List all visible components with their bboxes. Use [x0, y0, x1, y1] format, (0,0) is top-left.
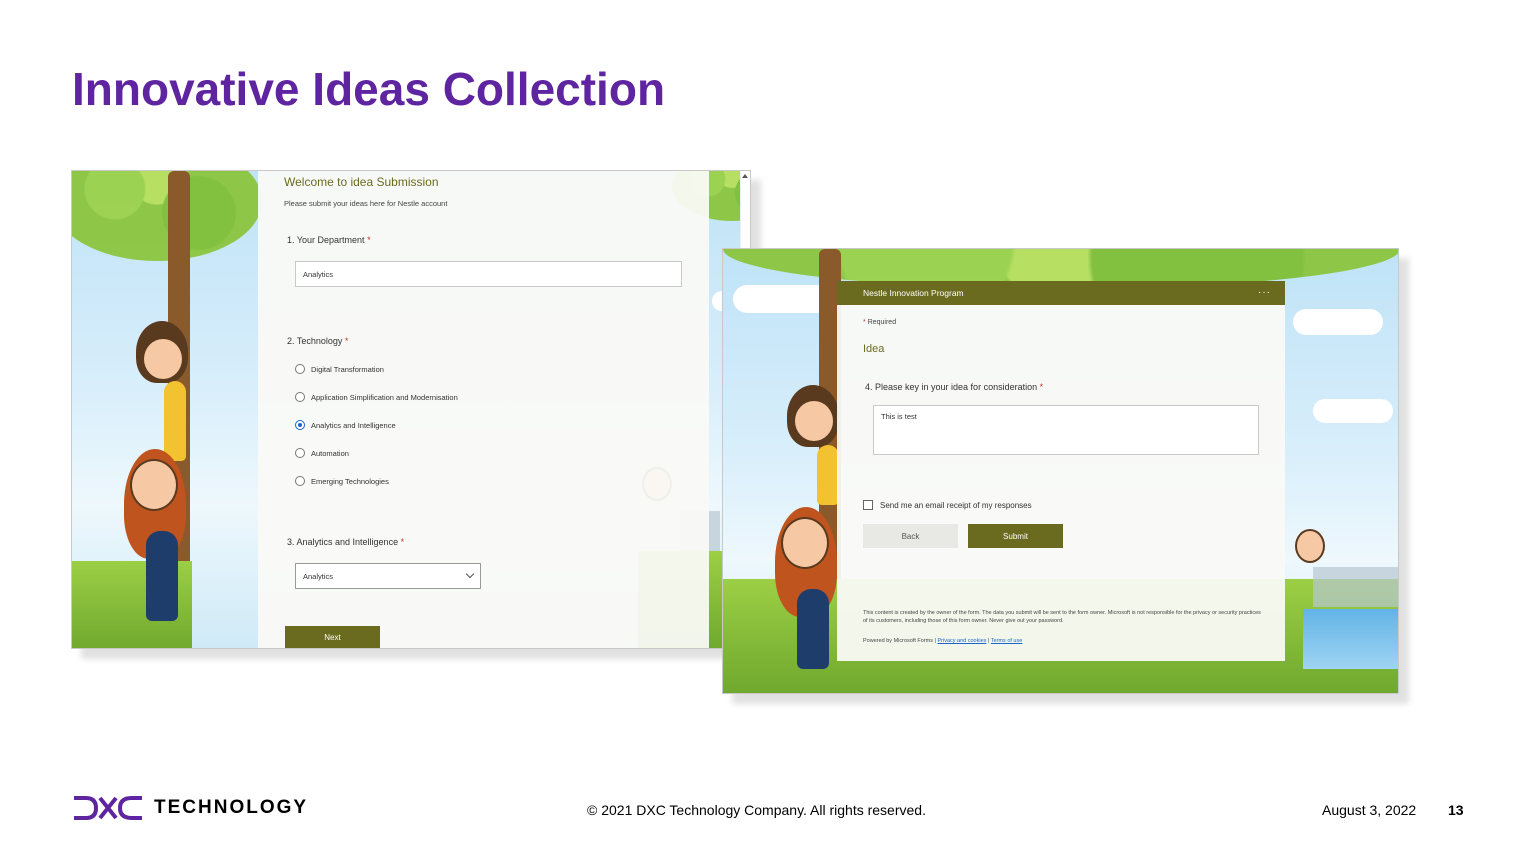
- kid-face-decoration: [1295, 529, 1325, 563]
- next-button[interactable]: Next: [285, 626, 380, 648]
- kid-body-decoration: [146, 531, 178, 621]
- question-department-label: 1. Your Department *: [287, 235, 371, 245]
- email-receipt-option[interactable]: Send me an email receipt of my responses: [863, 500, 1032, 510]
- radio-button[interactable]: [295, 448, 305, 458]
- cloud-decoration: [733, 285, 833, 313]
- required-note-text: Required: [867, 319, 897, 326]
- radio-button[interactable]: [295, 392, 305, 402]
- department-input-value: Analytics: [303, 269, 334, 279]
- powered-by: Powered by Microsoft Forms | Privacy and…: [863, 638, 1022, 644]
- radio-option-label: Application Simplification and Modernisa…: [311, 392, 458, 402]
- form-screenshot-welcome: Welcome to idea Submission Please submit…: [71, 170, 751, 649]
- required-marker: *: [863, 319, 866, 326]
- link-separator: |: [987, 638, 990, 644]
- back-button[interactable]: Back: [863, 524, 958, 548]
- radio-option-label: Digital Transformation: [311, 364, 384, 374]
- kid-face-decoration: [142, 337, 184, 381]
- radio-button-selected[interactable]: [295, 420, 305, 430]
- privacy-link[interactable]: Privacy and cookies: [937, 638, 986, 644]
- kid-face-decoration: [793, 399, 835, 443]
- email-receipt-checkbox[interactable]: [863, 500, 873, 510]
- question-idea-label: 4. Please key in your idea for considera…: [865, 382, 1043, 392]
- section-title: Idea: [863, 343, 885, 355]
- form-header: Nestle Innovation Program: [837, 281, 1285, 305]
- idea-form: Nestle Innovation Program ··· * Required…: [837, 281, 1285, 661]
- radio-button[interactable]: [295, 364, 305, 374]
- radio-option-analytics-intelligence[interactable]: Analytics and Intelligence: [295, 420, 396, 430]
- slide: Innovative Ideas Collection Welcome to i…: [0, 0, 1536, 864]
- question-label-text: 1. Your Department: [287, 235, 365, 245]
- logo-text: TECHNOLOGY: [154, 797, 309, 818]
- copyright-text: © 2021 DXC Technology Company. All right…: [587, 802, 926, 818]
- kid-body-decoration: [164, 381, 186, 461]
- tree-foliage-decoration: [72, 171, 262, 261]
- scroll-up-arrow-icon[interactable]: [742, 174, 748, 178]
- form-screenshot-idea: Nestle Innovation Program ··· * Required…: [722, 248, 1399, 694]
- dxc-logo: TECHNOLOGY: [72, 795, 308, 821]
- question-analytics-label: 3. Analytics and Intelligence *: [287, 537, 404, 547]
- kid-face-decoration: [781, 517, 829, 569]
- radio-option-application-simplification[interactable]: Application Simplification and Modernisa…: [295, 392, 458, 402]
- radio-option-label: Automation: [311, 448, 349, 458]
- required-marker: *: [400, 537, 405, 547]
- required-marker: *: [1039, 382, 1044, 392]
- question-technology-label: 2. Technology *: [287, 336, 348, 346]
- question-label-text: 3. Analytics and Intelligence: [287, 537, 399, 547]
- more-options-icon[interactable]: ···: [1258, 287, 1271, 298]
- required-marker: *: [344, 336, 349, 346]
- email-receipt-label: Send me an email receipt of my responses: [880, 500, 1032, 510]
- radio-option-label: Emerging Technologies: [311, 476, 389, 486]
- radio-option-label: Analytics and Intelligence: [311, 420, 396, 430]
- dropdown-selected-value: Analytics: [303, 571, 334, 581]
- required-marker: *: [367, 235, 371, 245]
- radio-option-digital-transformation[interactable]: Digital Transformation: [295, 364, 384, 374]
- terms-link[interactable]: Terms of use: [991, 638, 1022, 644]
- radio-button[interactable]: [295, 476, 305, 486]
- question-label-text: 2. Technology: [287, 336, 343, 346]
- cloud-decoration: [1313, 399, 1393, 423]
- slide-title: Innovative Ideas Collection: [72, 63, 666, 115]
- city-skyline-decoration: [1313, 567, 1398, 607]
- chevron-down-icon: [465, 569, 475, 579]
- form-disclaimer: This content is created by the owner of …: [863, 610, 1261, 624]
- form-header-title: Nestle Innovation Program: [863, 288, 964, 298]
- cloud-decoration: [1293, 309, 1383, 335]
- powered-by-text: Powered by Microsoft Forms |: [863, 638, 936, 644]
- kid-face-decoration: [130, 459, 178, 511]
- kid-body-decoration: [797, 589, 829, 669]
- welcome-form: Welcome to idea Submission Please submit…: [258, 171, 709, 648]
- department-input[interactable]: Analytics: [295, 261, 682, 287]
- slide-date: August 3, 2022: [1322, 802, 1417, 818]
- question-label-text: 4. Please key in your idea for considera…: [865, 382, 1038, 392]
- analytics-dropdown[interactable]: Analytics: [295, 563, 481, 589]
- form-title: Welcome to idea Submission: [284, 175, 439, 189]
- required-note: * Required: [863, 319, 896, 326]
- kid-body-decoration: [817, 445, 839, 505]
- radio-option-automation[interactable]: Automation: [295, 448, 349, 458]
- radio-option-emerging-technologies[interactable]: Emerging Technologies: [295, 476, 389, 486]
- idea-textarea[interactable]: This is test: [873, 405, 1259, 455]
- page-number: 13: [1448, 802, 1464, 818]
- river-decoration: [1303, 609, 1398, 669]
- submit-button[interactable]: Submit: [968, 524, 1063, 548]
- idea-textarea-value: This is test: [881, 412, 917, 421]
- form-subtitle: Please submit your ideas here for Nestle…: [284, 199, 448, 208]
- dxc-logo-mark-icon: [74, 796, 142, 820]
